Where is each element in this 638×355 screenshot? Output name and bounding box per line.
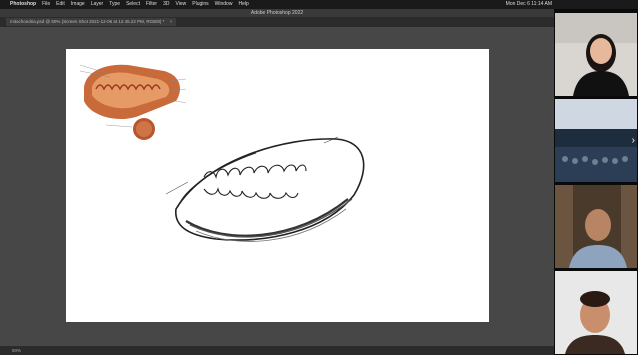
zoom-readout[interactable]: 50% (12, 348, 21, 353)
menu-window[interactable]: Window (215, 0, 233, 9)
menu-help[interactable]: Help (238, 0, 248, 9)
menu-plugins[interactable]: Plugins (192, 0, 208, 9)
menubar-right: Mon Dec 6 11:14 AM (506, 0, 552, 9)
participant-tile[interactable] (555, 13, 637, 96)
menubar-left: Photoshop File Edit Image Layer Type Sel… (4, 0, 249, 9)
menu-app[interactable]: Photoshop (10, 0, 36, 9)
participant-video (555, 271, 637, 354)
participant-video (555, 13, 637, 96)
participant-tile[interactable]: › (555, 99, 637, 182)
menu-layer[interactable]: Layer (91, 0, 104, 9)
participant-tile[interactable] (555, 185, 637, 268)
photoshop-window: Adobe Photoshop 2022 mitochondria.psd @ … (0, 9, 554, 355)
menu-view[interactable]: View (176, 0, 187, 9)
document-tab[interactable]: mitochondria.psd @ 50% (Screen Shot 2021… (6, 18, 177, 26)
menu-select[interactable]: Select (126, 0, 140, 9)
canvas-artwork (79, 64, 365, 242)
menu-filter[interactable]: Filter (146, 0, 157, 9)
close-icon[interactable]: × (170, 19, 173, 24)
menu-file[interactable]: File (42, 0, 50, 9)
participant-video (555, 99, 637, 182)
document-tab-label: mitochondria.psd @ 50% (Screen Shot 2021… (10, 19, 165, 24)
window-title: Adobe Photoshop 2022 (0, 9, 554, 17)
status-bar: 50% (0, 346, 554, 355)
document-tabbar: mitochondria.psd @ 50% (Screen Shot 2021… (0, 17, 554, 27)
video-call-panel: › (554, 9, 638, 355)
participant-video (555, 185, 637, 268)
mitochondrion-reference-image (79, 64, 187, 140)
document-canvas[interactable] (66, 49, 489, 322)
menu-type[interactable]: Type (109, 0, 120, 9)
mac-menubar: Photoshop File Edit Image Layer Type Sel… (0, 0, 638, 9)
mitochondrion-sketch (165, 136, 365, 242)
clock: Mon Dec 6 11:14 AM (505, 1, 552, 7)
menu-edit[interactable]: Edit (56, 0, 65, 9)
participant-tile[interactable] (555, 271, 637, 354)
next-participants-icon[interactable]: › (632, 135, 635, 146)
menu-image[interactable]: Image (71, 0, 85, 9)
workspace (0, 27, 554, 346)
menu-3d[interactable]: 3D (163, 0, 169, 9)
